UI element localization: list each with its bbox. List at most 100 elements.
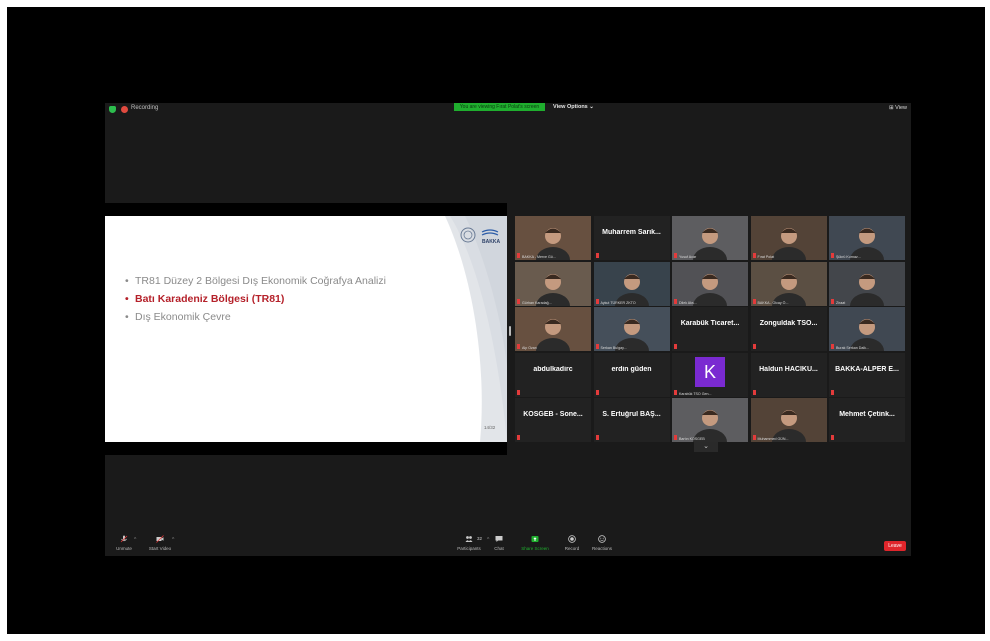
participant-tile[interactable]: Bartın KOSGEB (672, 398, 748, 442)
participant-video-icon (593, 307, 670, 351)
participant-video-icon (515, 216, 591, 260)
muted-mic-icon (595, 253, 599, 258)
participant-tile[interactable]: Fırat Polat (750, 216, 827, 260)
recording-icon (121, 106, 128, 113)
slide-bullet-3: • Dış Ekonomik Çevre (125, 311, 231, 323)
share-screen-button[interactable]: Share Screen (519, 535, 551, 551)
participant-tile[interactable]: Alp Ozan (515, 307, 591, 351)
participant-tile[interactable]: Şükrü Kurnaz... (829, 216, 905, 260)
view-options-button[interactable]: View Options ⌄ (553, 103, 594, 111)
participant-tile[interactable]: Serkan Bulgay... (593, 307, 670, 351)
participant-label: Muhammed GÜN... (757, 437, 789, 441)
muted-mic-icon (831, 435, 834, 440)
participant-label: Ziraat (836, 300, 846, 305)
audio-options-caret[interactable]: ^ (134, 537, 136, 543)
camera-off-icon (156, 535, 164, 543)
participant-label: Bartın KOSGEB (679, 437, 705, 441)
reactions-button[interactable]: Reactions (590, 535, 614, 551)
muted-mic-icon (674, 298, 677, 304)
participant-tile[interactable]: Burak Serkan Dalk... (829, 307, 905, 351)
participant-tile[interactable]: K Karabük TSO Gen... (672, 352, 748, 397)
muted-mic-icon (595, 389, 599, 395)
participants-count: 32 (477, 536, 483, 541)
participant-tile[interactable]: abdulkadirc (515, 352, 591, 397)
participant-name: Zonguldak TSO... (759, 320, 818, 327)
participant-tile[interactable]: Aykut TÜRKER ZKTO (593, 261, 670, 306)
record-icon (568, 535, 576, 543)
slide-bullet-2: • Batı Karadeniz Bölgesi (TR81) (125, 293, 285, 305)
muted-mic-icon (517, 344, 520, 349)
recording-label: Recording (131, 105, 159, 111)
start-video-label: Start Video (148, 546, 172, 551)
slide-bullet-1: • TR81 Düzey 2 Bölgesi Dış Ekonomik Coğra… (125, 275, 386, 287)
chat-label: Chat (494, 546, 504, 551)
participant-tile[interactable]: Dilek Aks... (672, 261, 748, 306)
participant-video-icon (515, 307, 591, 351)
participant-tile[interactable]: KOSGEB - Sone... (515, 398, 591, 442)
participant-name: abdulkadirc (533, 365, 573, 373)
shared-screen: BAKKA • TR81 Düzey 2 Bölgesi Dış Ekonomik… (105, 203, 507, 455)
participant-tile[interactable]: Ziraat (829, 261, 905, 306)
participant-gallery: Mehmet Çetink... Muhammed GÜN... Bartın KO… (515, 216, 907, 452)
chat-bubble-icon (495, 536, 503, 542)
muted-mic-icon (674, 344, 677, 349)
participant-tile[interactable]: Muhammed GÜN... (750, 398, 827, 442)
participant-label: Serkan Bulgay... (600, 346, 627, 350)
participant-label: Aykut TÜRKER ZKTO (600, 300, 636, 305)
participant-video-icon (829, 216, 905, 260)
muted-mic-icon (517, 389, 520, 395)
unmute-label: Unmute (116, 546, 132, 551)
slide-page-number: 14/32 (484, 425, 496, 430)
participant-tile[interactable]: Yusuf Acar (672, 216, 748, 260)
video-options-caret[interactable]: ^ (172, 537, 174, 543)
record-button[interactable]: Record (562, 535, 582, 551)
participant-label: BAKKA - Merve Gü... (522, 255, 556, 259)
participant-tile[interactable]: Haldun HACIKU... (750, 352, 827, 397)
participant-video-icon (593, 261, 670, 306)
participant-label: Şükrü Kurnaz... (836, 255, 861, 259)
participant-name: BAKKA-ALPER E... (835, 365, 899, 373)
muted-mic-icon (517, 435, 520, 440)
participant-tile[interactable]: Mehmet Çetink... (829, 398, 905, 442)
participant-avatar: K (695, 356, 725, 387)
participants-icon (465, 536, 473, 542)
muted-mic-icon (595, 435, 599, 440)
chat-button[interactable]: Chat (489, 535, 509, 551)
share-screen-icon (531, 536, 539, 542)
participant-tile[interactable]: BAKKA-ALPER E... (829, 352, 905, 397)
participant-video-icon (750, 216, 827, 260)
view-button[interactable]: ⊞ View (889, 105, 907, 111)
participant-tile[interactable]: Gürhan Karadağ... (515, 261, 591, 306)
muted-mic-icon (674, 389, 677, 395)
muted-mic-icon (517, 298, 520, 304)
participant-label: Dilek Aks... (679, 300, 697, 305)
security-shield-icon[interactable] (109, 106, 116, 113)
participant-name: Mehmet Çetink... (839, 411, 895, 418)
slide-bullet-3-text: Dış Ekonomik Çevre (135, 311, 231, 323)
participant-name: Karabük Ticaret... (680, 320, 740, 327)
participant-tile[interactable]: Zonguldak TSO... (750, 307, 827, 351)
muted-mic-icon (752, 253, 756, 258)
participant-name: S. Ertuğrul BAŞ... (602, 411, 661, 418)
slide-bullet-1-text: TR81 Düzey 2 Bölgesi Dış Ekonomik Coğraf… (135, 275, 386, 287)
reactions-label: Reactions (591, 546, 612, 551)
scroll-down-icon[interactable]: ⌄ (694, 442, 718, 452)
participant-label: Alp Ozan (522, 346, 537, 350)
leave-button[interactable]: Leave (884, 541, 906, 551)
unmute-button[interactable]: Unmute (113, 535, 135, 551)
participant-tile[interactable]: S. Ertuğrul BAŞ... (593, 398, 670, 442)
muted-mic-icon (674, 435, 677, 440)
participant-tile[interactable]: erdin güden (593, 352, 670, 397)
participant-video-icon (750, 261, 827, 306)
participant-tile[interactable]: BAKKA - Merve Gü... (515, 216, 591, 260)
muted-mic-icon (595, 298, 599, 304)
participant-tile[interactable]: Karabük Ticaret... (672, 307, 748, 351)
participant-tile[interactable]: Muharrem Sarık... (593, 216, 670, 260)
participant-tile[interactable]: BAKKA - Olcay Ö... (750, 261, 827, 306)
split-view-handle[interactable] (509, 326, 511, 336)
start-video-button[interactable]: Start Video (145, 535, 175, 551)
participant-video-icon (750, 398, 827, 442)
muted-mic-icon (831, 298, 834, 304)
participant-label: BAKKA - Olcay Ö... (757, 300, 789, 305)
muted-mic-icon (752, 298, 756, 304)
